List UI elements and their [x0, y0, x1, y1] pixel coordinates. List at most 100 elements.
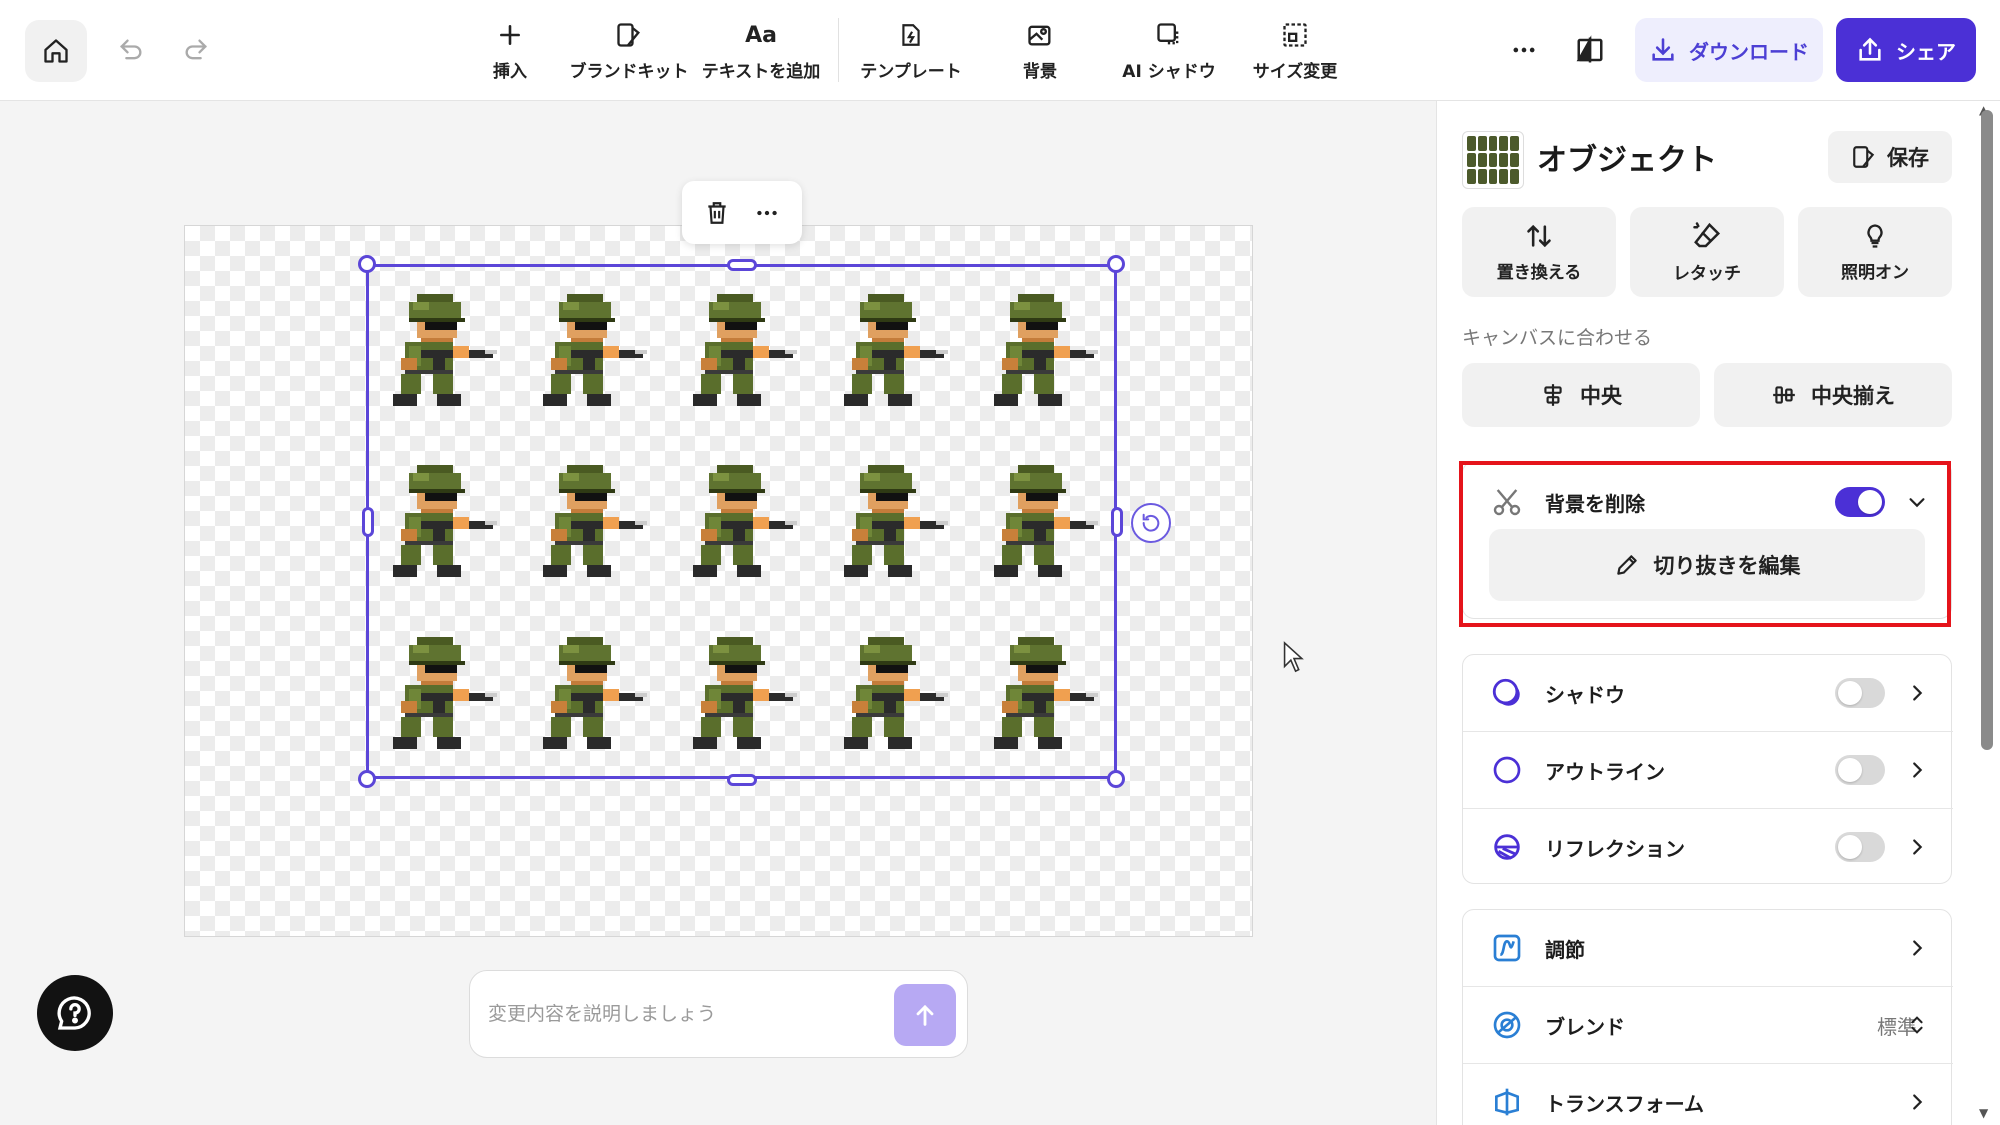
resize-handle-top[interactable]	[727, 259, 757, 271]
effects-card: シャドウ アウトライン リフレクション	[1462, 654, 1953, 885]
reflection-label: リフレクション	[1545, 836, 1685, 861]
home-icon	[44, 39, 68, 63]
resize-handle-top-left[interactable]	[358, 255, 376, 273]
tool-resize[interactable]: サイズ変更	[1250, 20, 1340, 82]
tool-brand-kit-label: ブランドキット	[569, 62, 689, 82]
arrow-up-icon	[916, 1004, 934, 1026]
tool-template[interactable]: テンプレート	[860, 20, 962, 82]
outline-row[interactable]: アウトライン	[1463, 732, 1953, 808]
object-floating-toolbar	[682, 181, 802, 244]
resize-handle-bottom-left[interactable]	[358, 770, 376, 788]
more-options-button[interactable]	[1499, 25, 1549, 75]
replace-icon	[1527, 224, 1551, 247]
resize-handle-bottom[interactable]	[727, 774, 757, 786]
compare-button[interactable]	[1565, 25, 1615, 75]
toolbar-divider	[838, 18, 839, 82]
undo-icon	[120, 39, 142, 60]
chevron-right-icon	[1913, 1094, 1923, 1110]
chevron-right-icon	[1913, 685, 1923, 701]
object-thumbnail	[1462, 131, 1524, 189]
align-middle-icon	[1773, 386, 1795, 404]
share-label: シェア	[1896, 39, 1956, 64]
download-button[interactable]: ダウンロード	[1635, 18, 1823, 82]
rotate-icon	[1142, 513, 1160, 532]
lightbulb-icon	[1867, 223, 1883, 248]
top-toolbar: 挿入 ブランドキット Aa テキストを追加 テンプレート 背景 AI シャドウ …	[0, 0, 2000, 101]
tool-insert[interactable]: 挿入	[480, 20, 540, 82]
replace-label: 置き換える	[1496, 262, 1582, 283]
shadow-toggle[interactable]	[1835, 678, 1885, 708]
outline-toggle[interactable]	[1835, 755, 1885, 785]
ai-prompt-input[interactable]	[488, 991, 868, 1037]
resize-handle-bottom-right[interactable]	[1107, 770, 1125, 788]
align-middle-button[interactable]: 中央揃え	[1714, 363, 1952, 427]
help-icon	[57, 996, 91, 1030]
undo-button[interactable]	[106, 25, 156, 75]
plus-icon	[500, 25, 520, 45]
align-center-button[interactable]: 中央	[1462, 363, 1700, 427]
shadow-icon	[1492, 678, 1520, 706]
adjust-label: 調節	[1545, 937, 1585, 962]
resize-handle-left[interactable]	[362, 507, 374, 537]
transform-row[interactable]: トランスフォーム	[1463, 1064, 1953, 1125]
delete-button[interactable]	[704, 200, 730, 226]
ai-shadow-icon	[1157, 23, 1179, 45]
background-icon	[1028, 25, 1051, 46]
save-label: 保存	[1887, 146, 1929, 170]
panel-scrollbar[interactable]	[1981, 110, 1993, 750]
download-icon	[1652, 38, 1674, 61]
tool-background[interactable]: 背景	[1015, 20, 1065, 82]
adjust-curve-icon	[1493, 934, 1521, 962]
redo-button[interactable]	[171, 25, 221, 75]
blend-icon	[1493, 1011, 1521, 1039]
replace-button[interactable]: 置き換える	[1462, 207, 1616, 297]
object-more-button[interactable]	[754, 200, 780, 226]
lighting-button[interactable]: 照明オン	[1798, 207, 1952, 297]
fit-canvas-label: キャンバスに合わせる	[1462, 327, 1653, 349]
tool-add-text-label: テキストを追加	[701, 62, 821, 82]
mouse-cursor-icon	[1283, 641, 1304, 673]
outline-label: アウトライン	[1545, 759, 1665, 784]
align-middle-label: 中央揃え	[1811, 384, 1895, 408]
tool-template-label: テンプレート	[860, 62, 962, 82]
retouch-label: レタッチ	[1673, 263, 1741, 284]
retouch-button[interactable]: レタッチ	[1630, 207, 1784, 297]
blend-label: ブレンド	[1545, 1014, 1625, 1039]
shadow-row[interactable]: シャドウ	[1463, 655, 1953, 731]
panel-title: オブジェクト	[1537, 143, 1717, 178]
send-prompt-button[interactable]	[894, 984, 956, 1046]
reflection-icon	[1494, 834, 1520, 860]
chevron-right-icon	[1913, 940, 1923, 956]
redo-icon	[185, 39, 207, 60]
home-button[interactable]	[25, 20, 87, 82]
tool-ai-shadow[interactable]: AI シャドウ	[1122, 20, 1216, 82]
rotate-handle[interactable]	[1131, 503, 1171, 543]
save-button[interactable]: 保存	[1828, 131, 1952, 183]
tool-background-label: 背景	[1023, 62, 1057, 82]
brand-kit-icon	[617, 23, 640, 47]
chevron-up-down-icon	[1911, 1016, 1923, 1034]
trash-icon	[708, 201, 726, 224]
share-button[interactable]: シェア	[1836, 18, 1976, 82]
reflection-toggle[interactable]	[1835, 832, 1885, 862]
resize-handle-right[interactable]	[1111, 507, 1123, 537]
share-icon	[1859, 37, 1881, 61]
resize-icon	[1283, 23, 1307, 47]
transform-icon	[1495, 1088, 1519, 1116]
shadow-label: シャドウ	[1545, 682, 1625, 707]
tool-brand-kit[interactable]: ブランドキット	[570, 20, 689, 82]
scroll-down-arrow-icon[interactable]: ▼	[1979, 1106, 1988, 1120]
download-label: ダウンロード	[1689, 39, 1809, 64]
tool-resize-label: サイズ変更	[1252, 62, 1338, 82]
selection-box	[366, 264, 1117, 779]
help-button[interactable]	[37, 975, 113, 1051]
tool-ai-shadow-label: AI シャドウ	[1122, 62, 1216, 82]
resize-handle-top-right[interactable]	[1107, 255, 1125, 273]
adjust-row[interactable]: 調節	[1463, 910, 1953, 986]
blend-row[interactable]: ブレンド 標準	[1463, 987, 1953, 1063]
tool-insert-label: 挿入	[493, 62, 527, 82]
reflection-row[interactable]: リフレクション	[1463, 809, 1953, 885]
tool-add-text[interactable]: Aa テキストを追加	[702, 20, 821, 83]
highlight-annotation-box	[1459, 461, 1951, 627]
text-icon: Aa	[745, 22, 777, 48]
